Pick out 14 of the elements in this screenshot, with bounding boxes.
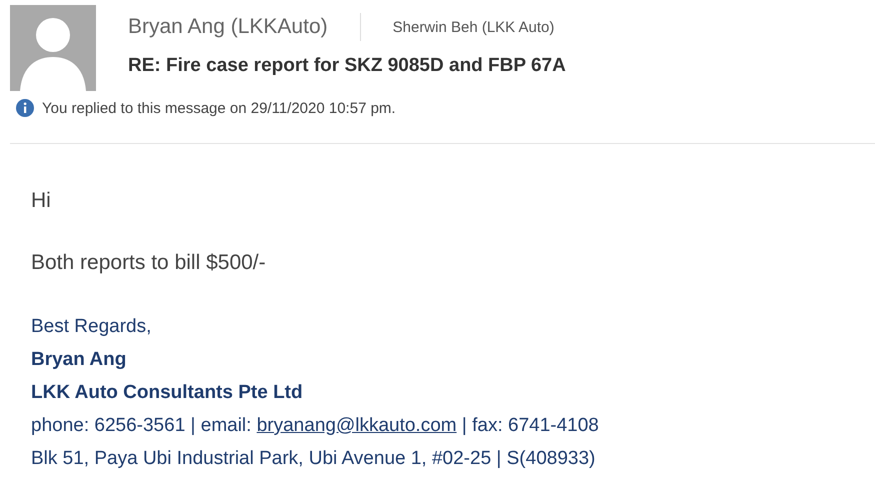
recipient-name[interactable]: Sherwin Beh (LKK Auto)	[360, 18, 554, 36]
info-icon	[16, 99, 34, 117]
subject-line: RE: Fire case report for SKZ 9085D and FBP 67A	[128, 55, 566, 77]
address-text: Blk 51, Paya Ubi Industrial Park, Ubi Avenue 1, #02-25 | S(408933)	[31, 447, 596, 471]
message-text: Both reports to bill $500/-	[31, 250, 267, 276]
closing-text: Best Regards,	[31, 315, 152, 339]
reply-notice: You replied to this message on 29/11/2020 10:57 pm.	[42, 100, 396, 116]
email-link[interactable]: bryanang@lkkauto.com	[256, 415, 457, 436]
contact-info: phone: 6256-3561 | email: bryanang@lkkauto.com | fax: 6741-4108	[31, 414, 599, 438]
sender-name[interactable]: Bryan Ang (LKKAuto)	[128, 13, 361, 41]
company-name: LKK Auto Consultants Pte Ltd	[31, 381, 303, 405]
avatar-icon	[10, 5, 96, 91]
message-text: Hi	[31, 188, 52, 214]
signature-name: Bryan Ang	[31, 348, 126, 372]
